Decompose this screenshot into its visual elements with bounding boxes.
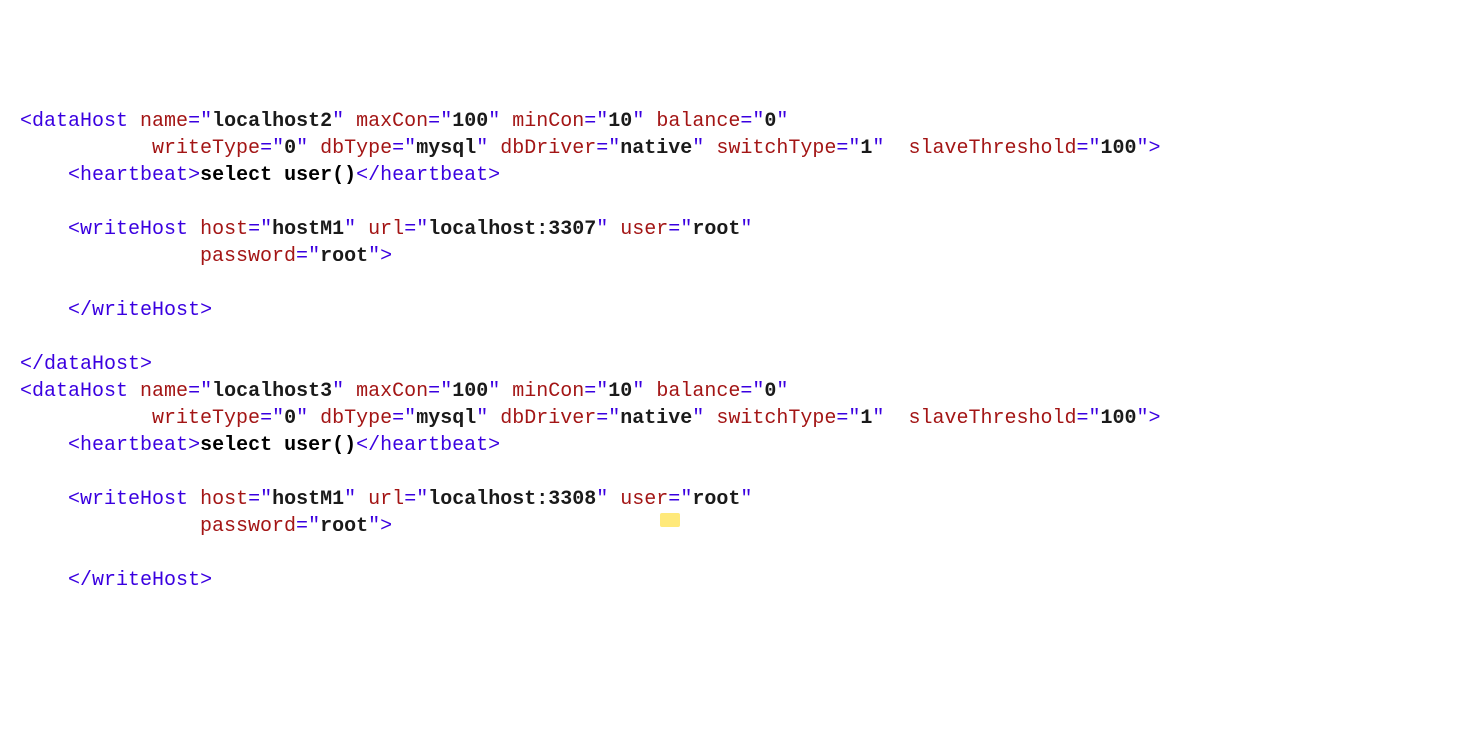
line: <dataHost name="localhost2" maxCon="100"…	[20, 110, 1161, 592]
xml-code-block: <dataHost name="localhost2" maxCon="100"…	[0, 108, 1478, 594]
cursor-highlight	[660, 513, 680, 527]
